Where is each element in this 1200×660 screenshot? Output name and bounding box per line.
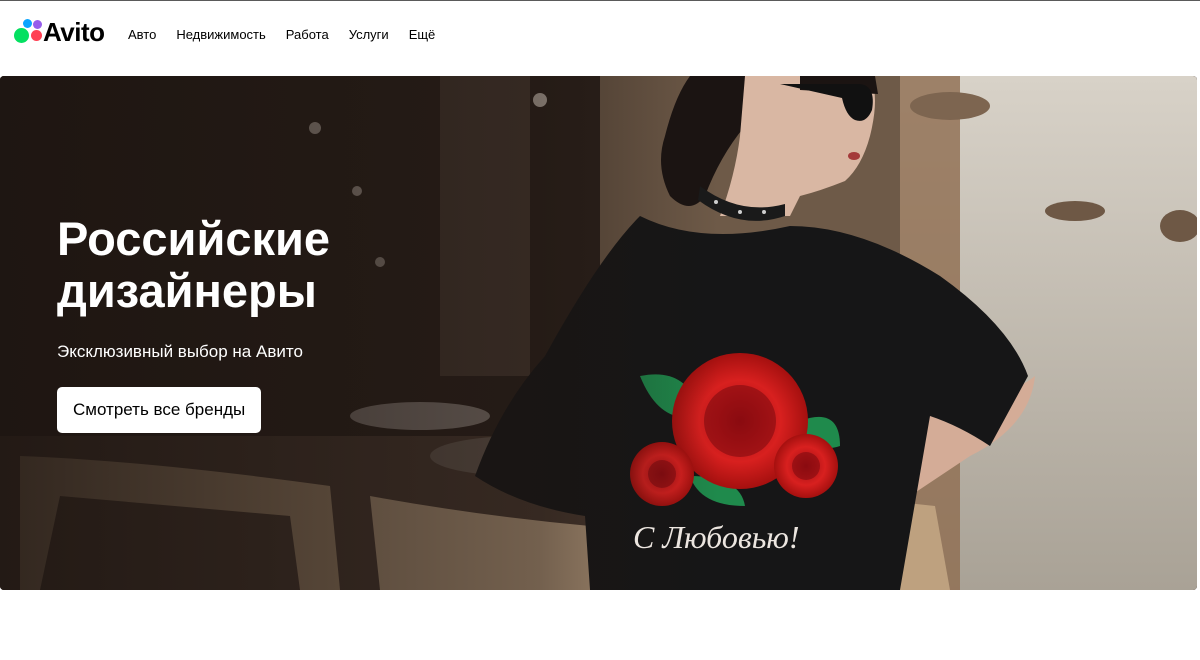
nav-item-more[interactable]: Ещё — [409, 26, 436, 44]
nav-item-jobs[interactable]: Работа — [286, 26, 329, 44]
nav-item-auto[interactable]: Авто — [128, 26, 156, 44]
logo-dot-green — [14, 28, 29, 43]
logo-dot-blue — [23, 19, 32, 28]
main-nav: Авто Недвижимость Работа Услуги Ещё — [128, 26, 455, 44]
shirt-print-text: С Любовью! — [633, 519, 800, 555]
nav-item-services[interactable]: Услуги — [349, 26, 389, 44]
site-header: Avito Авто Недвижимость Работа Услуги Ещ… — [0, 1, 1200, 67]
avito-logo[interactable]: Avito — [13, 17, 105, 47]
logo-wordmark: Avito — [43, 17, 105, 47]
avito-logo-icon — [13, 17, 43, 47]
nav-item-realty[interactable]: Недвижимость — [176, 26, 265, 44]
logo-dot-purple — [33, 20, 42, 29]
logo-dot-red — [31, 30, 42, 41]
hero-banner[interactable]: С Любовью! Российские дизайнеры Эксклюзи… — [0, 76, 1197, 590]
hero-subtitle: Эксклюзивный выбор на Авито — [57, 342, 303, 361]
hero-title: Российские дизайнеры — [57, 212, 331, 317]
hero-background-image: С Любовью! — [0, 76, 1197, 590]
see-all-brands-button[interactable]: Смотреть все бренды — [57, 387, 262, 433]
